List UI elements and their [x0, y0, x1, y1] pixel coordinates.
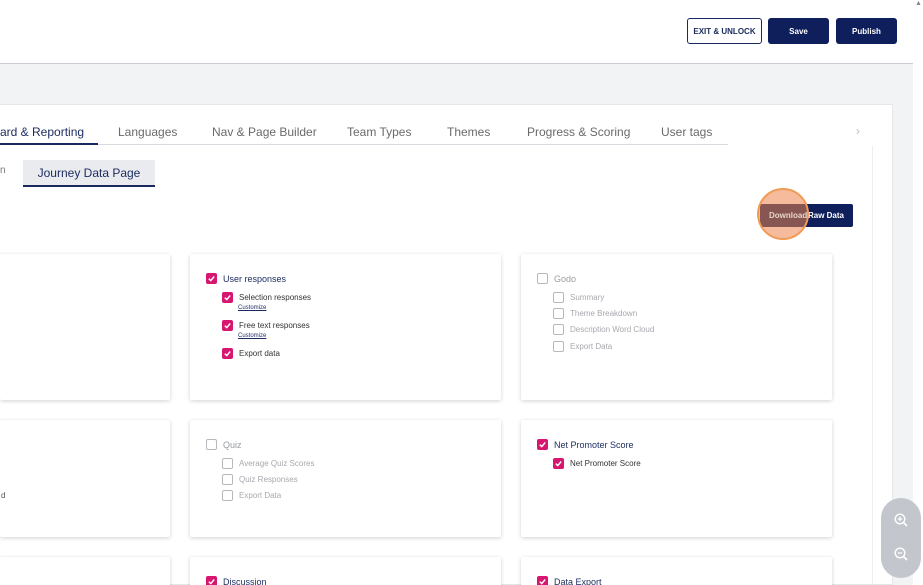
card-partial-left-1: [0, 254, 170, 400]
checkbox-checked-icon[interactable]: [206, 576, 217, 585]
free-text-responses-option[interactable]: Free text responses: [222, 320, 310, 331]
godo-export-data-option[interactable]: Export Data: [553, 341, 612, 352]
active-tab-indicator: [0, 143, 98, 145]
card-discussion: Discussion: [190, 557, 501, 585]
card-partial-left-3: [0, 557, 170, 585]
quiz-export-data-option[interactable]: Export Data: [222, 490, 281, 501]
godo-theme-breakdown-option[interactable]: Theme Breakdown: [553, 308, 637, 319]
partial-card-text: d: [1, 491, 6, 500]
card-quiz: Quiz Average Quiz Scores Quiz Responses …: [190, 420, 501, 537]
checkbox-unchecked-icon[interactable]: [553, 292, 564, 303]
card-godo: Godo Summary Theme Breakdown Description…: [521, 254, 832, 400]
nps-score-option[interactable]: Net Promoter Score: [553, 458, 641, 469]
godo-toggle[interactable]: Godo: [537, 273, 576, 284]
tab-user-tags[interactable]: User tags: [661, 118, 712, 146]
data-export-title: Data Export: [554, 576, 602, 585]
quiz-responses-option[interactable]: Quiz Responses: [222, 474, 298, 485]
checkbox-unchecked-icon[interactable]: [537, 273, 548, 284]
nps-toggle[interactable]: Net Promoter Score: [537, 439, 634, 450]
checkbox-checked-icon[interactable]: [537, 439, 548, 450]
checkbox-checked-icon[interactable]: [222, 348, 233, 359]
card-data-export: Data Export: [521, 557, 832, 585]
card-net-promoter-score: Net Promoter Score Net Promoter Score: [521, 420, 832, 537]
tab-progress-scoring[interactable]: Progress & Scoring: [527, 118, 630, 146]
tab-languages[interactable]: Languages: [118, 118, 177, 146]
checkbox-unchecked-icon[interactable]: [553, 308, 564, 319]
zoom-in-icon[interactable]: [891, 510, 911, 530]
checkbox-checked-icon[interactable]: [206, 273, 217, 284]
checkbox-unchecked-icon[interactable]: [222, 490, 233, 501]
selection-customize-link[interactable]: Customize: [238, 305, 266, 311]
free-text-customize-link[interactable]: Customize: [238, 333, 266, 339]
discussion-toggle[interactable]: Discussion: [206, 576, 267, 585]
checkbox-unchecked-icon[interactable]: [222, 458, 233, 469]
checkbox-unchecked-icon[interactable]: [553, 341, 564, 352]
checkbox-unchecked-icon[interactable]: [206, 439, 217, 450]
checkbox-unchecked-icon[interactable]: [553, 324, 564, 335]
checkbox-checked-icon[interactable]: [222, 292, 233, 303]
card-user-responses: User responses Selection responses Custo…: [190, 254, 501, 400]
quiz-responses-label: Quiz Responses: [239, 475, 298, 484]
nps-title: Net Promoter Score: [554, 439, 634, 450]
discussion-title: Discussion: [223, 576, 267, 585]
export-data-option[interactable]: Export data: [222, 348, 280, 359]
tab-themes[interactable]: Themes: [447, 118, 490, 146]
godo-title: Godo: [554, 273, 577, 284]
scroll-up-arrow-icon[interactable]: ▲: [915, 0, 922, 7]
quiz-average-scores-option[interactable]: Average Quiz Scores: [222, 458, 314, 469]
zoom-out-icon[interactable]: [891, 544, 911, 564]
window-scrollbar[interactable]: [913, 0, 923, 585]
godo-word-cloud-label: Description Word Cloud: [570, 325, 655, 334]
chevron-right-icon[interactable]: ›: [856, 124, 860, 138]
selection-responses-label: Selection responses: [239, 293, 312, 302]
download-raw-data-button[interactable]: Raw Data: [760, 204, 853, 227]
subtab-journey-data-page[interactable]: Journey Data Page: [23, 160, 155, 187]
data-export-toggle[interactable]: Data Export: [537, 576, 602, 585]
nps-score-label: Net Promoter Score: [570, 459, 641, 468]
checkbox-checked-icon[interactable]: [222, 320, 233, 331]
user-responses-toggle[interactable]: User responses: [206, 273, 286, 284]
quiz-title: Quiz: [223, 439, 242, 450]
tab-dashboard-reporting[interactable]: ard & Reporting: [0, 118, 84, 146]
godo-summary-label: Summary: [570, 293, 605, 302]
quiz-export-data-label: Export Data: [239, 491, 282, 500]
exit-unlock-button[interactable]: EXIT & UNLOCK: [687, 18, 762, 44]
settings-tabs: ard & Reporting Languages Nav & Page Bui…: [0, 118, 870, 146]
godo-theme-breakdown-label: Theme Breakdown: [570, 309, 638, 318]
publish-button[interactable]: Publish: [836, 18, 897, 44]
checkbox-checked-icon[interactable]: [537, 576, 548, 585]
tabs-divider: [0, 144, 728, 145]
card-partial-left-2: d: [0, 420, 170, 537]
user-responses-title: User responses: [223, 273, 287, 284]
download-raw-data-label: Raw Data: [807, 211, 844, 220]
subtab-partial[interactable]: n: [0, 165, 6, 176]
export-data-label: Export data: [239, 349, 280, 358]
godo-export-data-label: Export Data: [570, 342, 613, 351]
checkbox-unchecked-icon[interactable]: [222, 474, 233, 485]
checkbox-checked-icon[interactable]: [553, 458, 564, 469]
godo-summary-option[interactable]: Summary: [553, 292, 604, 303]
quiz-toggle[interactable]: Quiz: [206, 439, 242, 450]
save-button[interactable]: Save: [768, 18, 829, 44]
free-text-responses-label: Free text responses: [239, 321, 310, 330]
quiz-average-scores-label: Average Quiz Scores: [239, 459, 315, 468]
tab-team-types[interactable]: Team Types: [347, 118, 411, 146]
selection-responses-option[interactable]: Selection responses: [222, 292, 311, 303]
tab-nav-page-builder[interactable]: Nav & Page Builder: [212, 118, 317, 146]
godo-word-cloud-option[interactable]: Description Word Cloud: [553, 324, 654, 335]
